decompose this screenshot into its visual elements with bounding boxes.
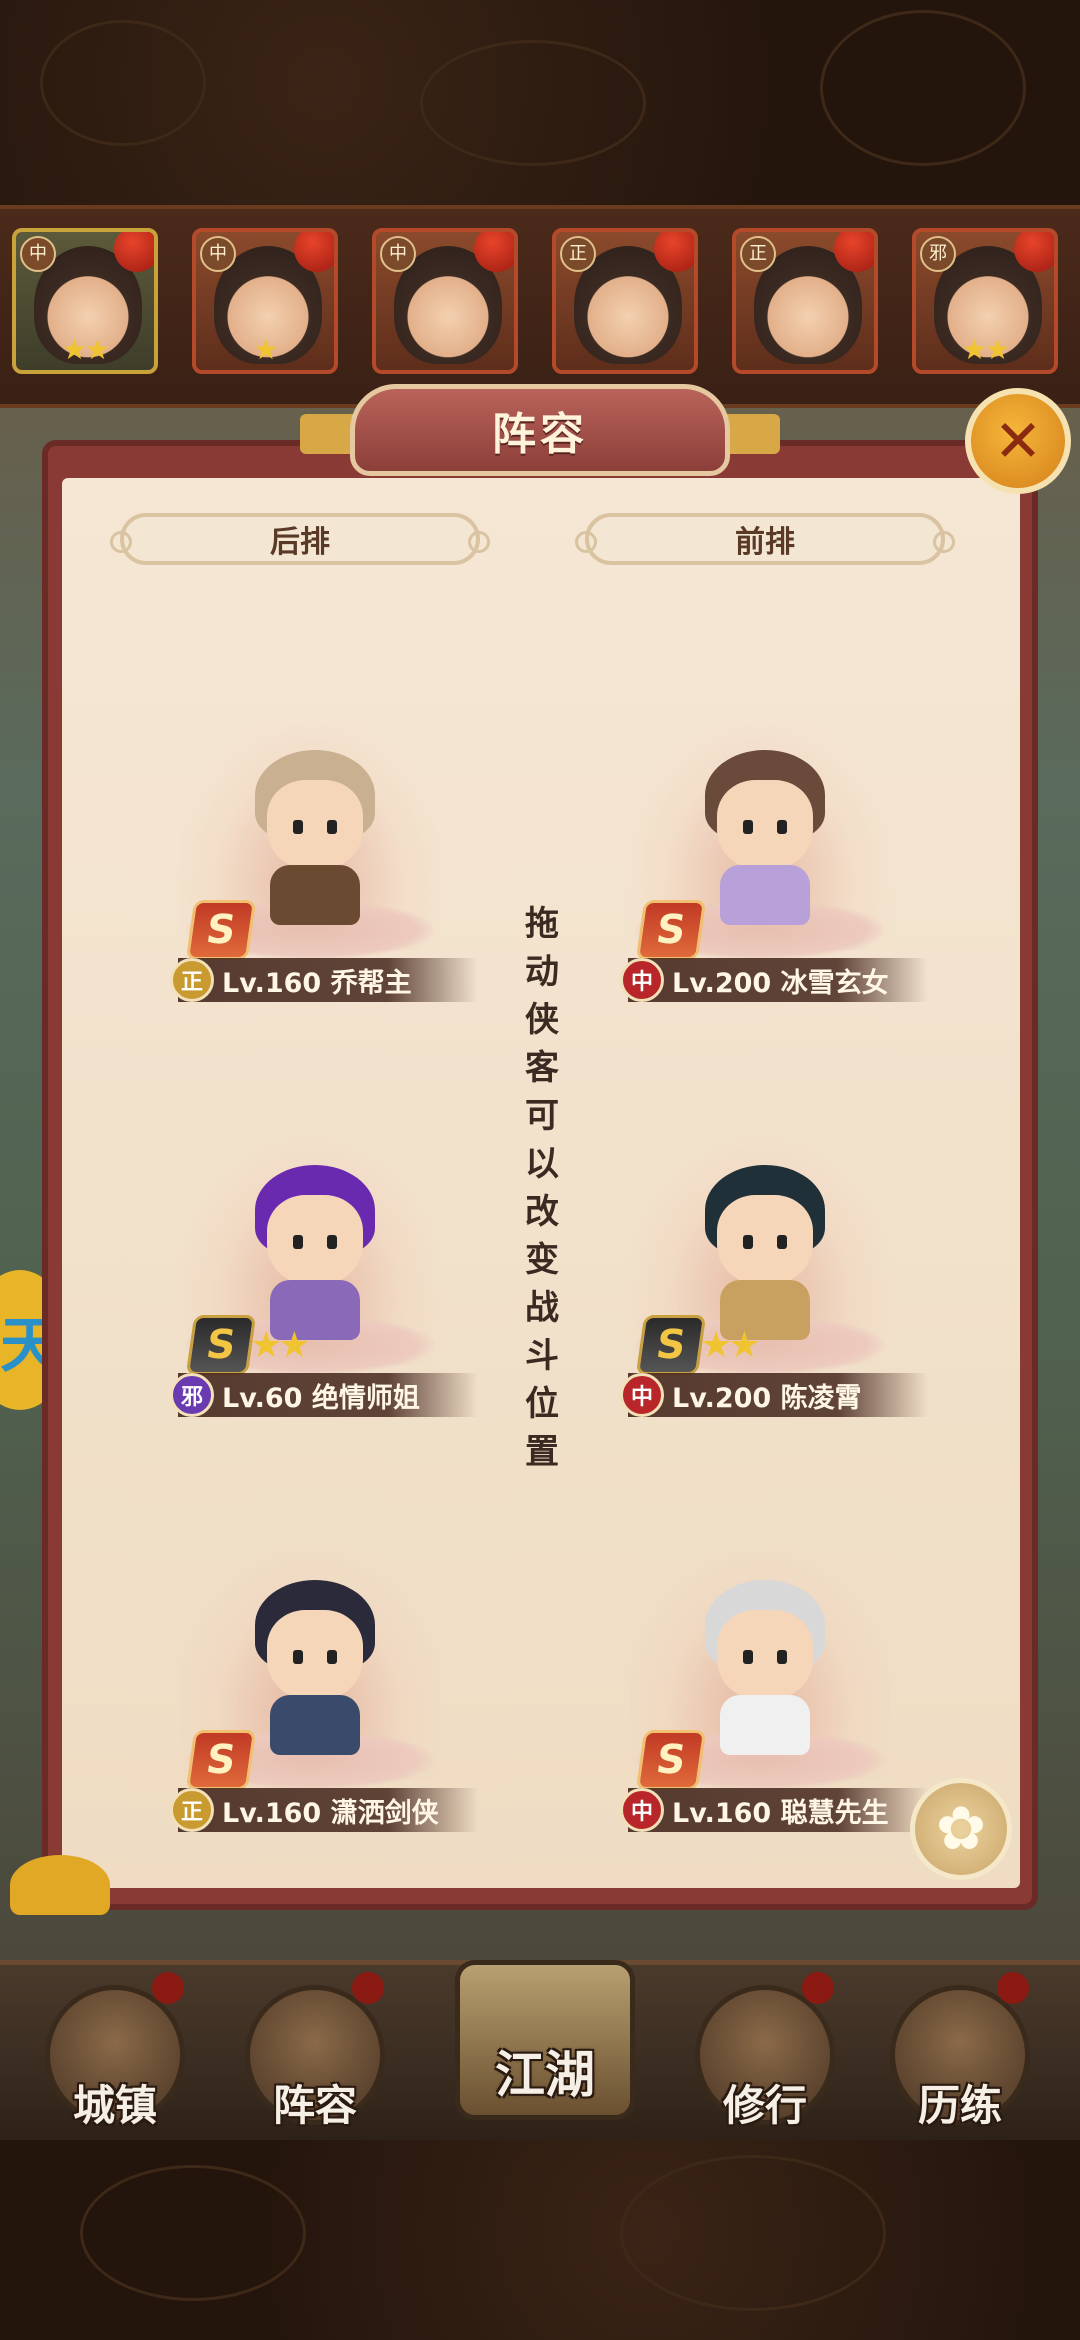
red-orb-icon [834,232,874,272]
notification-orb-icon [352,1972,384,2004]
nav-label[interactable]: 城镇 [35,2072,195,2133]
red-orb-icon [654,232,694,272]
close-icon: ✕ [993,407,1043,475]
formation-slot[interactable]: S 正 Lv.160 乔帮主 [150,700,478,1002]
back-row-header: 后排 [110,513,490,565]
hero-name-bar: 正 Lv.160 潇洒剑侠 [170,1788,478,1832]
red-orb-icon [294,232,334,272]
formation-slot[interactable]: S ★★ 中 Lv.200 陈凌霄 [600,1115,928,1417]
hero-card[interactable]: 中 [372,228,518,374]
hero-sprite[interactable] [695,1165,835,1340]
faction-badge: 正 [740,236,776,272]
faction-badge: 邪 [170,1373,214,1417]
hero-name-bar: 中 Lv.200 冰雪玄女 [620,958,928,1002]
cloud-ornament [10,1855,110,1915]
nav-label[interactable]: 历练 [880,2072,1040,2133]
hero-sprite[interactable] [245,750,385,925]
faction-badge: 正 [170,958,214,1002]
red-orb-icon [474,232,514,272]
formation-slot[interactable]: S 中 Lv.160 聪慧先生 [600,1530,928,1832]
nav-label[interactable]: 修行 [685,2072,845,2133]
rank-badge: S [185,900,257,960]
star-rating: ★★ [250,1325,311,1366]
hero-card[interactable]: 邪 ★★ [912,228,1058,374]
faction-badge: 中 [620,1788,664,1832]
hero-sprite[interactable] [245,1580,385,1755]
hero-name-bar: 邪 Lv.60 绝情师姐 [170,1373,478,1417]
auto-formation-button[interactable]: ✿ [910,1778,1012,1880]
hero-level-name: Lv.200 陈凌霄 [672,1382,862,1414]
formation-slot[interactable]: S 正 Lv.160 潇洒剑侠 [150,1530,478,1832]
formation-slot[interactable]: S 中 Lv.200 冰雪玄女 [600,700,928,1002]
nav-label[interactable]: 阵容 [235,2072,395,2133]
nav-label[interactable]: 江湖 [465,2035,625,2107]
hero-sprite[interactable] [695,750,835,925]
hero-level-name: Lv.160 潇洒剑侠 [222,1797,439,1829]
hero-level-name: Lv.160 聪慧先生 [672,1797,889,1829]
red-orb-icon [114,232,154,272]
faction-badge: 中 [620,958,664,1002]
hero-level-name: Lv.160 乔帮主 [222,967,412,999]
rank-badge: S [185,1730,257,1790]
hero-name-bar: 正 Lv.160 乔帮主 [170,958,478,1002]
hero-card[interactable]: 正 [732,228,878,374]
bottom-background [0,2125,1080,2340]
close-button[interactable]: ✕ [965,388,1071,494]
rank-badge: S [635,1315,707,1375]
flower-icon: ✿ [935,1794,987,1864]
faction-badge: 正 [560,236,596,272]
notification-orb-icon [152,1972,184,2004]
hero-card[interactable]: 中 ★ [192,228,338,374]
notification-orb-icon [997,1972,1029,2004]
faction-badge: 中 [200,236,236,272]
panel-title: 阵容 [492,409,588,460]
star-rating: ★★ [961,333,1010,366]
rank-badge: S [185,1315,257,1375]
red-orb-icon [1014,232,1054,272]
front-row-label: 前排 [735,525,795,560]
hero-card[interactable]: 中 ★★ [12,228,158,374]
hero-level-name: Lv.200 冰雪玄女 [672,967,889,999]
top-background [0,0,1080,205]
rank-badge: S [635,1730,707,1790]
rank-badge: S [635,900,707,960]
notification-orb-icon [802,1972,834,2004]
back-row-label: 后排 [270,525,330,560]
panel-title-plate: 阵容 [350,384,730,476]
hero-name-bar: 中 Lv.160 聪慧先生 [620,1788,928,1832]
faction-badge: 中 [20,236,56,272]
hero-level-name: Lv.60 绝情师姐 [222,1382,420,1414]
front-row-header: 前排 [575,513,955,565]
hero-card[interactable]: 正 [552,228,698,374]
faction-badge: 中 [380,236,416,272]
hero-sprite[interactable] [245,1165,385,1340]
formation-slot[interactable]: S ★★ 邪 Lv.60 绝情师姐 [150,1115,478,1417]
faction-badge: 中 [620,1373,664,1417]
star-rating: ★★ [61,333,110,366]
faction-badge: 邪 [920,236,956,272]
drag-hint-text: 拖动侠客可以改变战斗位置 [525,904,559,1472]
faction-badge: 正 [170,1788,214,1832]
hero-name-bar: 中 Lv.200 陈凌霄 [620,1373,928,1417]
star-rating: ★ [253,333,278,366]
star-rating: ★★ [700,1325,761,1366]
hero-sprite[interactable] [695,1580,835,1755]
